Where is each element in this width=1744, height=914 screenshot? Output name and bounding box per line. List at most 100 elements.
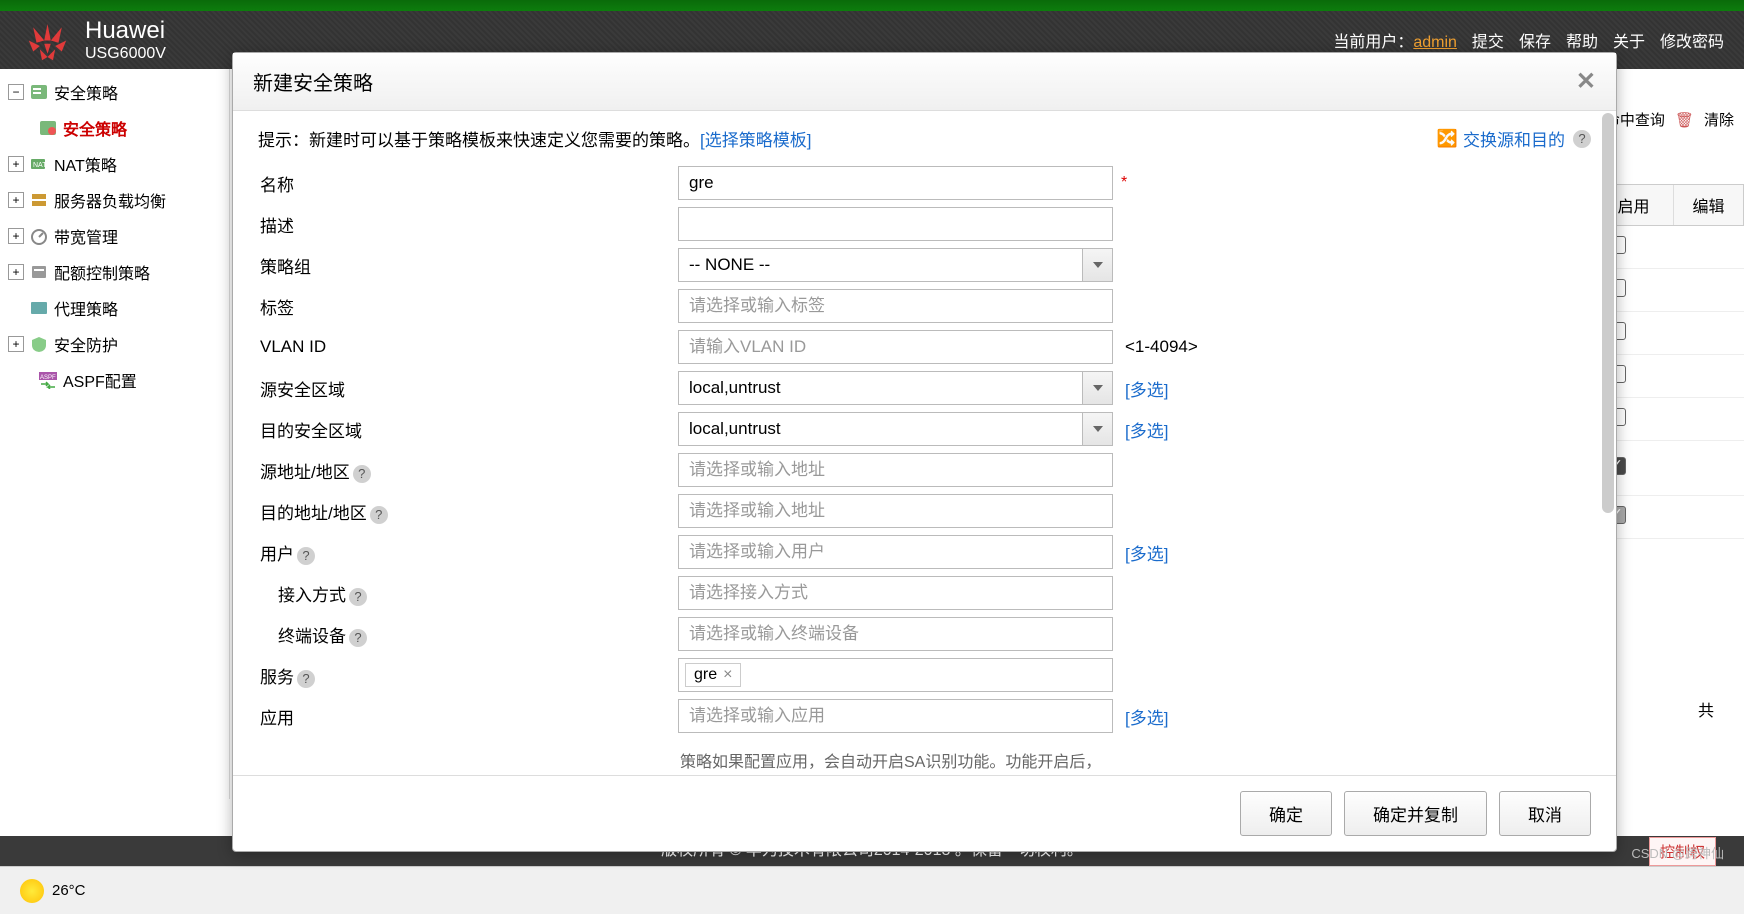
sidebar-item-security-policy-sub[interactable]: 安全策略: [0, 110, 229, 146]
expand-icon[interactable]: +: [8, 156, 24, 172]
brand-title: Huawei: [85, 17, 166, 45]
weather-widget[interactable]: 26°C: [20, 879, 86, 903]
desc-label: 描述: [258, 212, 678, 237]
trash-icon: 🗑: [1675, 111, 1694, 129]
quota-icon: [29, 263, 49, 281]
huawei-logo-icon: [20, 18, 75, 63]
tag-input[interactable]: [678, 289, 1113, 323]
change-password-link[interactable]: 修改密码: [1660, 28, 1724, 52]
help-icon[interactable]: ?: [349, 588, 367, 606]
remove-tag-icon[interactable]: ×: [723, 666, 732, 684]
name-label: 名称: [258, 171, 678, 196]
server-icon: [29, 191, 49, 209]
src-addr-label: 源地址/地区?: [258, 458, 678, 483]
admin-link[interactable]: admin: [1413, 34, 1457, 51]
sidebar-item-security-policy[interactable]: − 安全策略: [0, 74, 229, 110]
terminal-input[interactable]: [678, 617, 1113, 651]
template-link[interactable]: [选择策略模板]: [700, 126, 811, 151]
cancel-button[interactable]: 取消: [1499, 791, 1591, 836]
multi-link[interactable]: [多选]: [1125, 540, 1168, 565]
help-icon[interactable]: ?: [370, 506, 388, 524]
dialog-title: 新建安全策略: [253, 67, 373, 96]
user-input[interactable]: [678, 535, 1113, 569]
current-user-label: 当前用户：: [1333, 34, 1413, 51]
group-label: 策略组: [258, 253, 678, 278]
src-zone-label: 源安全区域: [258, 376, 678, 401]
dst-zone-label: 目的安全区域: [258, 417, 678, 442]
aspf-icon: ASPF: [38, 371, 58, 389]
help-link[interactable]: 帮助: [1566, 28, 1598, 52]
service-label: 服务?: [258, 663, 678, 688]
help-icon[interactable]: ?: [1573, 130, 1591, 148]
user-label: 用户?: [258, 540, 678, 565]
svg-text:ASPF: ASPF: [40, 375, 56, 381]
browser-tabs-bar: [0, 0, 1744, 11]
dialog-overlay: 新建安全策略 ✕ 提示：新建时可以基于策略模板来快速定义您需要的策略。 [选择策…: [232, 52, 1617, 852]
access-input[interactable]: [678, 576, 1113, 610]
hint-text: 提示：新建时可以基于策略模板来快速定义您需要的策略。: [258, 126, 700, 151]
group-select[interactable]: -- NONE --: [678, 248, 1113, 282]
required-mark: *: [1121, 174, 1127, 192]
expand-icon[interactable]: +: [8, 228, 24, 244]
app-label: 应用: [258, 704, 678, 729]
policy-icon: [29, 83, 49, 101]
header-right: 当前用户：admin 提交 保存 帮助 关于 修改密码: [1333, 28, 1724, 52]
tag-label: 标签: [258, 294, 678, 319]
total-label: 共: [1698, 697, 1714, 721]
swap-icon: 🔀: [1437, 129, 1458, 149]
dst-zone-select[interactable]: local,untrust: [678, 412, 1113, 446]
sidebar-item-bandwidth[interactable]: + 带宽管理: [0, 218, 229, 254]
app-input[interactable]: [678, 699, 1113, 733]
ok-copy-button[interactable]: 确定并复制: [1344, 791, 1487, 836]
multi-link[interactable]: [多选]: [1125, 704, 1168, 729]
name-input[interactable]: [678, 166, 1113, 200]
proxy-icon: [29, 299, 49, 317]
help-icon[interactable]: ?: [297, 547, 315, 565]
service-tag: gre×: [685, 663, 741, 687]
submit-link[interactable]: 提交: [1472, 28, 1504, 52]
service-input[interactable]: gre×: [678, 658, 1113, 692]
svg-text:NAT: NAT: [33, 162, 47, 169]
expand-icon[interactable]: +: [8, 264, 24, 280]
src-zone-select[interactable]: local,untrust: [678, 371, 1113, 405]
clear-button[interactable]: 清除: [1704, 109, 1734, 130]
sidebar-item-proxy[interactable]: 代理策略: [0, 290, 229, 326]
temperature: 26°C: [52, 882, 86, 899]
sun-icon: [20, 879, 44, 903]
dst-addr-input[interactable]: [678, 494, 1113, 528]
sidebar-item-aspf[interactable]: ASPF ASPF配置: [0, 362, 229, 398]
src-addr-input[interactable]: [678, 453, 1113, 487]
help-icon[interactable]: ?: [349, 629, 367, 647]
scrollbar[interactable]: [1602, 113, 1614, 513]
sidebar: − 安全策略 安全策略 + NAT NAT策略 + 服务器负载均衡 + 带宽管理…: [0, 69, 230, 799]
expand-icon[interactable]: +: [8, 336, 24, 352]
multi-link[interactable]: [多选]: [1125, 417, 1168, 442]
chevron-down-icon: [1082, 249, 1112, 281]
nat-icon: NAT: [29, 155, 49, 173]
save-link[interactable]: 保存: [1519, 28, 1551, 52]
os-taskbar: 26°C: [0, 866, 1744, 914]
expand-icon[interactable]: +: [8, 192, 24, 208]
sidebar-item-load-balance[interactable]: + 服务器负载均衡: [0, 182, 229, 218]
desc-input[interactable]: [678, 207, 1113, 241]
help-icon[interactable]: ?: [297, 670, 315, 688]
sidebar-item-quota[interactable]: + 配额控制策略: [0, 254, 229, 290]
swap-link[interactable]: 🔀 交换源和目的 ?: [1437, 126, 1591, 151]
help-icon[interactable]: ?: [353, 465, 371, 483]
col-edit: 编辑: [1673, 185, 1743, 225]
dst-addr-label: 目的地址/地区?: [258, 499, 678, 524]
sidebar-item-security-defense[interactable]: + 安全防护: [0, 326, 229, 362]
app-note: 策略如果配置应用，会自动开启SA识别功能。功能开启后，会导致设备性能降低。: [678, 748, 1113, 775]
sidebar-item-nat-policy[interactable]: + NAT NAT策略: [0, 146, 229, 182]
multi-link[interactable]: [多选]: [1125, 376, 1168, 401]
about-link[interactable]: 关于: [1613, 28, 1645, 52]
vlan-range: <1-4094>: [1125, 337, 1198, 357]
ok-button[interactable]: 确定: [1240, 791, 1332, 836]
vlan-input[interactable]: [678, 330, 1113, 364]
logo: Huawei USG6000V: [20, 17, 166, 63]
chevron-down-icon: [1082, 413, 1112, 445]
policy-icon: [38, 119, 58, 137]
collapse-icon[interactable]: −: [8, 84, 24, 100]
close-icon[interactable]: ✕: [1576, 67, 1596, 96]
access-label: 接入方式?: [258, 581, 678, 606]
